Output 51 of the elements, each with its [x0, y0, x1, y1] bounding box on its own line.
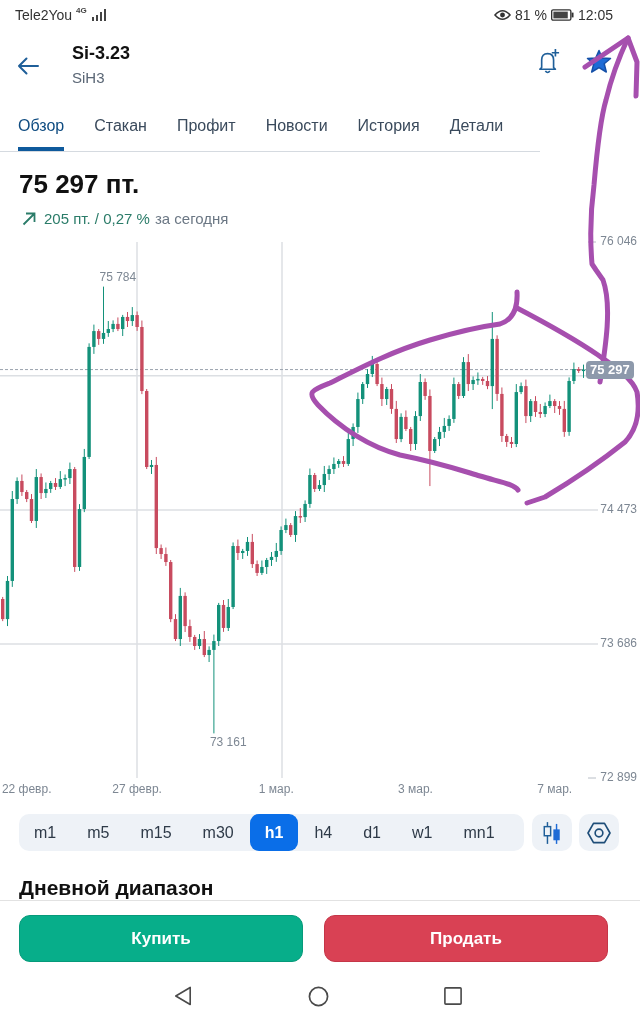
timeframe-tab[interactable]: h1	[249, 814, 299, 852]
timeframe-tab[interactable]: m15	[125, 814, 187, 852]
bell-plus-icon[interactable]	[538, 47, 560, 74]
settings-icon	[587, 821, 611, 844]
price-axis-label: 73 686	[600, 636, 637, 651]
price-axis-label: 72 899	[600, 770, 637, 785]
price-axis-label: 76 046	[600, 234, 637, 249]
current-price: 75 297 пт.	[19, 168, 140, 201]
timeframe-tab[interactable]: m1	[19, 814, 72, 852]
candlestick-icon	[542, 820, 562, 845]
tab[interactable]: История	[357, 99, 420, 152]
timeframe-tab[interactable]: mn1	[448, 814, 510, 852]
section-heading: Дневной диапазон	[19, 875, 214, 901]
clock: 12:05	[577, 6, 613, 23]
battery-icon	[550, 8, 574, 21]
high-price-label: 75 784	[99, 270, 137, 284]
date-axis-label: 22 февр.	[1, 782, 52, 797]
instrument-title: Si-3.23	[72, 43, 131, 65]
last-price-tag: 75 297	[586, 360, 634, 379]
change-period: за сегодня	[154, 210, 229, 228]
recent-apps-icon[interactable]	[444, 987, 462, 1006]
trade-button[interactable]: Продать	[324, 915, 608, 963]
network-type: 4G	[76, 6, 87, 15]
star-icon[interactable]	[586, 49, 612, 75]
chart-settings-button[interactable]	[579, 814, 619, 852]
signal-icon	[91, 8, 106, 21]
date-axis-label: 3 мар.	[398, 782, 433, 797]
tab[interactable]: Профит	[176, 99, 236, 152]
price-axis-label: 74 473	[600, 502, 637, 517]
tab[interactable]: Обзор	[18, 99, 65, 152]
low-price-label: 73 161	[209, 734, 247, 749]
date-axis-label: 27 февр.	[112, 782, 162, 797]
home-icon[interactable]	[307, 985, 329, 1007]
tab[interactable]: Стакан	[94, 99, 147, 152]
back-arrow-icon[interactable]	[17, 56, 39, 75]
tab[interactable]: Детали	[449, 99, 504, 152]
eye-icon	[494, 8, 512, 21]
timeframe-tab[interactable]: m30	[187, 814, 249, 852]
price-change: 205 пт. / 0,27 %	[44, 210, 150, 228]
back-icon[interactable]	[174, 986, 192, 1007]
timeframe-tab[interactable]: h4	[299, 814, 348, 852]
chart-type-button[interactable]	[532, 814, 572, 852]
instrument-code: SiH3	[72, 69, 105, 87]
battery-percent: 81 %	[515, 6, 547, 23]
carrier-name: Tele2You	[15, 6, 73, 23]
timeframe-tab[interactable]: m5	[72, 814, 125, 852]
timeframe-tab[interactable]: d1	[348, 814, 396, 852]
timeframe-tab[interactable]: w1	[397, 814, 448, 852]
date-axis-label: 1 мар.	[258, 782, 294, 797]
tab[interactable]: Новости	[265, 99, 328, 152]
date-axis-label: 7 мар.	[537, 782, 573, 797]
